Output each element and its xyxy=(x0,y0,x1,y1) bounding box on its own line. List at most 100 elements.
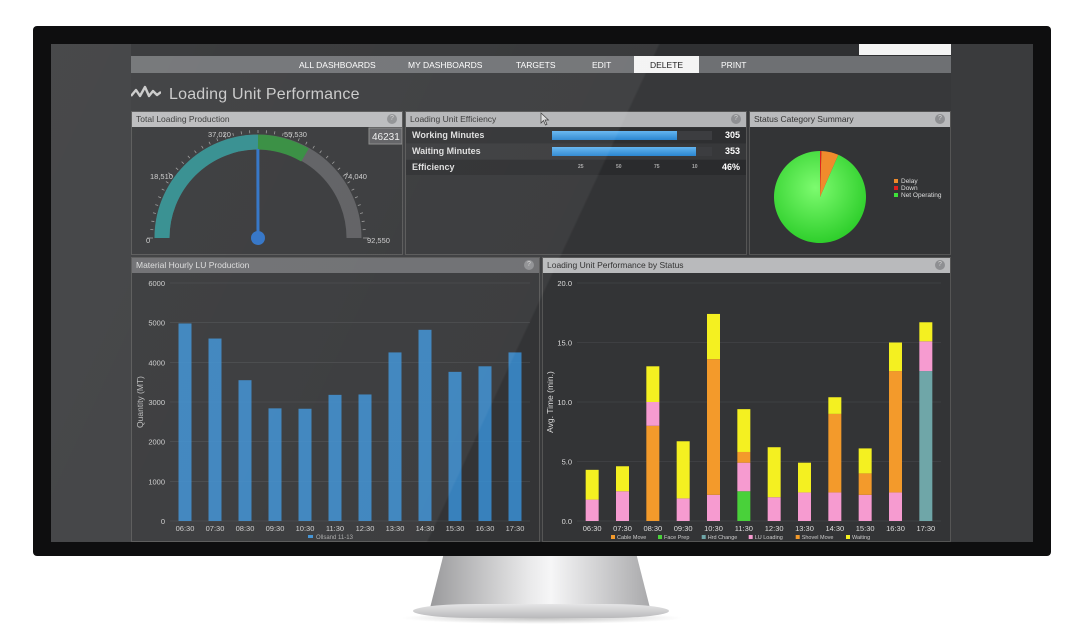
stacked-bar-segment xyxy=(889,492,902,521)
x-tick-label: 09:30 xyxy=(266,524,285,533)
gauge-tick xyxy=(347,181,351,184)
production-bar xyxy=(388,352,402,521)
gauge-tick xyxy=(181,161,185,165)
stacked-bar-segment xyxy=(585,499,599,521)
nav-delete[interactable]: DELETE xyxy=(634,56,700,73)
stacked-bar-segment xyxy=(858,494,872,521)
stacked-bar-segment xyxy=(798,462,811,493)
help-icon[interactable]: ? xyxy=(524,260,534,270)
waiting-minutes-bar xyxy=(552,147,696,156)
gauge-tick-label: 37,020 xyxy=(208,130,231,139)
legend-label: Waiting xyxy=(852,535,870,541)
nav-targets[interactable]: TARGETS xyxy=(516,60,556,70)
legend-label: Hrd Change xyxy=(708,535,738,541)
nav-all-dashboards[interactable]: ALL DASHBOARDS xyxy=(299,60,376,70)
waiting-minutes-bar-track xyxy=(552,147,712,156)
help-icon[interactable]: ? xyxy=(731,114,741,124)
y-tick-label: 0.0 xyxy=(562,517,572,526)
top-strip xyxy=(131,44,951,56)
x-tick-label: 07:30 xyxy=(613,524,632,533)
stacked-bar-segment xyxy=(646,366,660,402)
legend-swatch xyxy=(795,535,800,539)
pulse-logo-icon xyxy=(131,85,161,98)
monitor-stand-base xyxy=(413,604,669,618)
y-tick-label: 2000 xyxy=(148,438,165,447)
row-label: Efficiency xyxy=(412,162,455,172)
legend-swatch xyxy=(748,535,753,539)
stacked-bar-segment xyxy=(919,322,933,342)
gauge-tick-label: 0 xyxy=(146,236,150,245)
gauge-tick xyxy=(232,132,234,136)
gauge-tick-label: 18,510 xyxy=(150,172,173,181)
x-tick-label: 09:30 xyxy=(674,524,693,533)
nav-edit[interactable]: EDIT xyxy=(592,60,611,70)
stacked-bar-segment xyxy=(798,492,811,521)
y-tick-label: 1000 xyxy=(148,477,165,486)
legend-label: Delay xyxy=(901,178,918,185)
row-value: 353 xyxy=(724,146,740,156)
panel-header: Total Loading Production ? xyxy=(132,112,402,127)
scale-tick: 50 xyxy=(616,164,622,170)
help-icon[interactable]: ? xyxy=(387,114,397,124)
gauge-tick xyxy=(161,188,165,191)
stacked-bar-segment xyxy=(737,409,751,452)
monitor-scene: ALL DASHBOARDS MY DASHBOARDS TARGETS EDI… xyxy=(0,0,1080,633)
gauge-tick-label: 92,550 xyxy=(367,236,390,245)
stacked-bar-segment xyxy=(828,397,842,414)
panel-header: Loading Unit Performance by Status ? xyxy=(543,258,950,273)
legend-swatch xyxy=(701,535,706,539)
monitor-screen: ALL DASHBOARDS MY DASHBOARDS TARGETS EDI… xyxy=(51,44,1033,542)
x-tick-label: 12:30 xyxy=(356,524,375,533)
help-icon[interactable]: ? xyxy=(935,260,945,270)
nav-print[interactable]: PRINT xyxy=(721,60,747,70)
scale-tick: 25 xyxy=(578,164,584,170)
header-white-box xyxy=(859,44,951,55)
nav-my-dashboards[interactable]: MY DASHBOARDS xyxy=(408,60,482,70)
stacked-bar-segment xyxy=(646,402,660,426)
production-bar xyxy=(268,408,282,521)
gauge-teal-band xyxy=(154,134,259,239)
loading-unit-performance-by-status-panel: Loading Unit Performance by Status ? 0.0… xyxy=(542,257,951,542)
panel-title: Total Loading Production xyxy=(136,114,230,124)
gauge-tick xyxy=(158,196,162,199)
y-axis-label: Avg. Time (min.) xyxy=(545,371,555,433)
gauge-tick xyxy=(175,167,179,171)
gauge-tick xyxy=(187,155,191,159)
gauge-tick-label: 55,530 xyxy=(284,130,307,139)
x-tick-label: 14:30 xyxy=(416,524,435,533)
gauge-tick xyxy=(357,204,361,206)
efficiency-row: Efficiency 25 50 75 10 46% xyxy=(406,160,746,175)
stacked-bar-segment xyxy=(858,448,872,474)
panel-header: Material Hourly LU Production ? xyxy=(132,258,539,273)
stacked-bar-segment xyxy=(889,342,902,372)
pie-legend: Delay Down Net Operating xyxy=(894,178,942,199)
gauge-tick xyxy=(152,212,156,214)
legend-label: Down xyxy=(901,185,918,192)
page-title: Loading Unit Performance xyxy=(169,86,360,103)
gauge-chart: 0 18,510 37,020 55,530 74,040 92,550 462… xyxy=(146,127,403,245)
working-minutes-bar-track xyxy=(552,131,712,140)
x-tick-label: 14:30 xyxy=(825,524,844,533)
legend-swatch xyxy=(611,535,615,539)
x-tick-label: 08:30 xyxy=(236,524,255,533)
y-tick-label: 15.0 xyxy=(557,339,572,348)
production-bar xyxy=(298,408,312,521)
row-label: Working Minutes xyxy=(412,130,485,140)
stacked-bar-segment xyxy=(585,469,599,500)
row-value: 46% xyxy=(721,162,740,172)
x-tick-label: 15:30 xyxy=(446,524,465,533)
legend-swatch xyxy=(658,535,662,539)
gauge-tick xyxy=(312,145,315,149)
scale-tick: 75 xyxy=(654,164,660,170)
x-tick-label: 10:30 xyxy=(704,524,723,533)
legend-swatch-net-operating xyxy=(894,193,898,197)
row-value: 305 xyxy=(724,130,740,140)
row-label: Waiting Minutes xyxy=(412,146,481,156)
y-tick-label: 6000 xyxy=(148,279,165,288)
gauge-hub xyxy=(251,231,265,245)
legend-swatch-delay xyxy=(894,179,898,183)
legend-label: Cable Move xyxy=(617,535,646,541)
help-icon[interactable]: ? xyxy=(935,114,945,124)
y-tick-label: 3000 xyxy=(148,398,165,407)
stacked-bar-segment xyxy=(616,491,629,521)
